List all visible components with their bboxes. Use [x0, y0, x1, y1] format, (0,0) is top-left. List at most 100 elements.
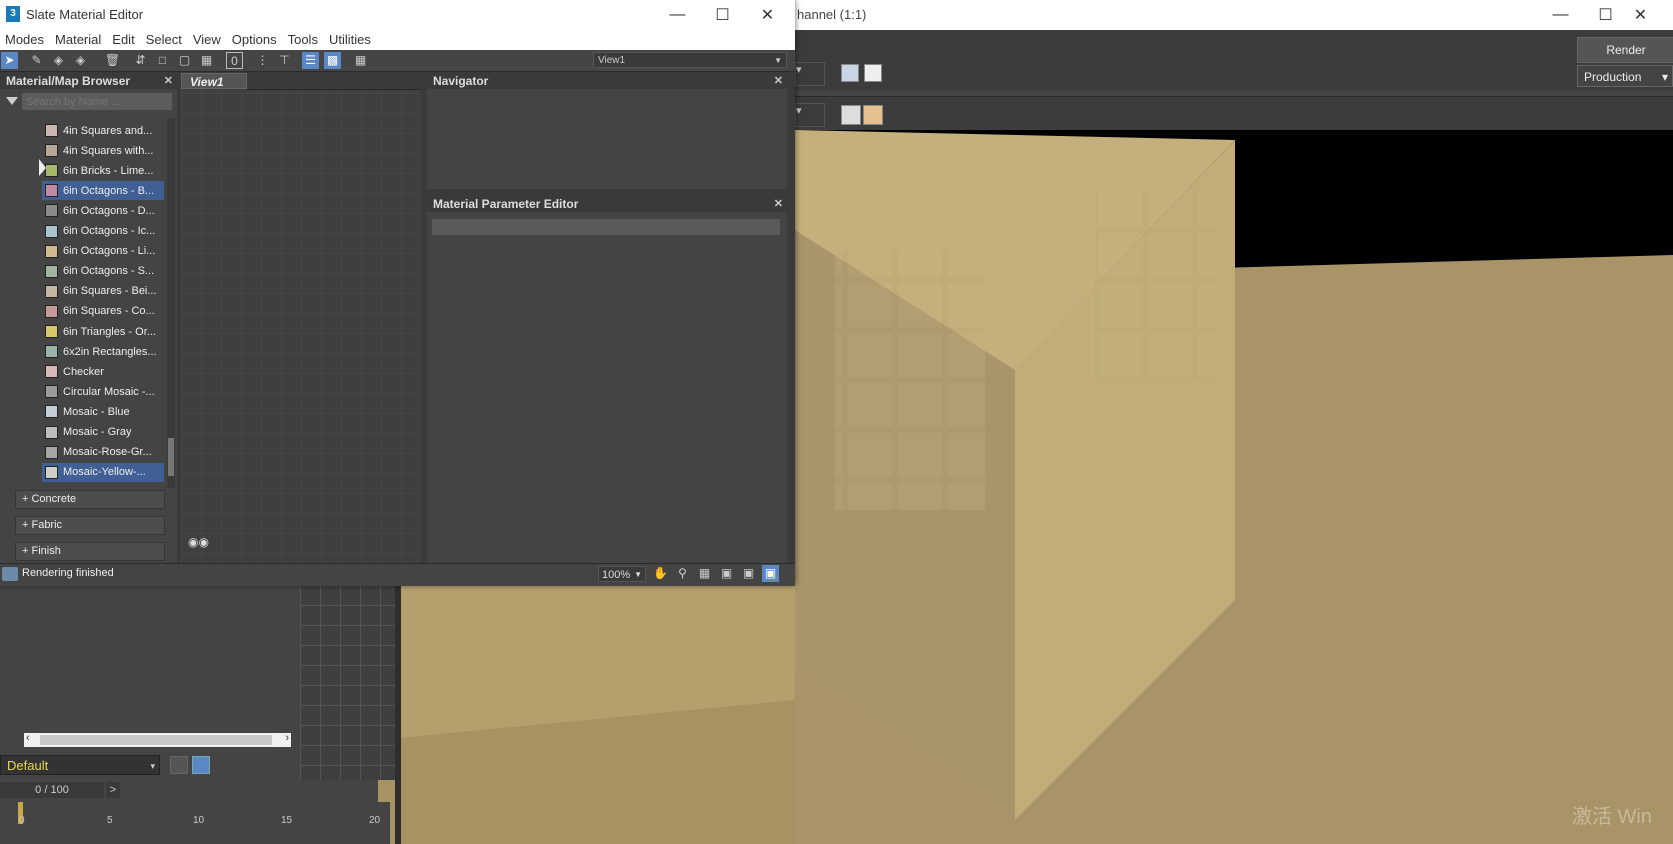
pick-material-icon[interactable]: ✎ — [28, 52, 45, 69]
next-frame-button[interactable]: > — [106, 782, 120, 798]
tab-view1[interactable]: View1 — [181, 73, 247, 89]
zoom-value: 100% — [602, 569, 631, 581]
zoom-selected-icon[interactable]: ▣ — [740, 565, 757, 582]
binoculars-icon[interactable]: ◉◉ — [188, 534, 209, 551]
render-toolbar: ▾ — [795, 30, 1673, 90]
material-list-item[interactable]: 4in Squares with... — [42, 141, 164, 160]
close-icon[interactable]: ✕ — [774, 196, 783, 212]
zoom-dropdown[interactable]: 100% ▼ — [598, 566, 646, 582]
layers-icon[interactable] — [170, 756, 188, 774]
navigator-panel[interactable] — [427, 89, 787, 189]
view-dropdown[interactable]: View1 ▼ — [593, 52, 787, 68]
render-area-dropdown[interactable]: ▾ — [795, 62, 825, 86]
material-list-item[interactable]: 6in Octagons - Li... — [42, 242, 164, 261]
category-finish[interactable]: + Finish — [15, 542, 165, 561]
render-preset-dropdown[interactable]: Production ▾ — [1577, 65, 1673, 87]
view-dropdown-value: View1 — [598, 55, 626, 66]
frame-counter[interactable]: 0 / 100 — [0, 782, 104, 798]
node-view[interactable] — [181, 73, 421, 563]
pan-to-selected-icon[interactable]: ▣ — [762, 565, 779, 582]
material-list-item[interactable]: 6in Octagons - D... — [42, 201, 164, 220]
assign-material-icon[interactable]: ◈ — [72, 52, 89, 69]
material-list-item[interactable]: 4in Squares and... — [42, 121, 164, 140]
delete-icon[interactable]: 🗑 — [104, 52, 121, 69]
scene-explorer-icon[interactable] — [192, 756, 210, 774]
lock-icon[interactable]: □ — [154, 52, 171, 69]
search-input[interactable] — [22, 93, 172, 110]
editor-minimize-button[interactable]: — — [655, 0, 700, 30]
close-icon[interactable]: ✕ — [164, 73, 173, 89]
zoom-icon[interactable]: ⚲ — [674, 565, 691, 582]
pan-hand-icon[interactable]: ✋ — [652, 565, 669, 582]
clone-frame-icon[interactable] — [864, 64, 882, 82]
layer-dropdown[interactable]: Default ▾ — [0, 755, 160, 775]
render-frame — [795, 130, 1673, 844]
material-list-item[interactable]: 6in Squares - Co... — [42, 302, 164, 321]
category-concrete[interactable]: + Concrete — [15, 490, 165, 509]
editor-maximize-button[interactable]: ☐ — [700, 0, 745, 30]
material-list-item[interactable]: 6in Octagons - S... — [42, 262, 164, 281]
toggle-parameter-icon[interactable]: ▩ — [324, 52, 341, 69]
render-button[interactable]: Render — [1577, 37, 1673, 63]
move-children-icon[interactable]: ⇵ — [132, 52, 149, 69]
menu-utilities[interactable]: Utilities — [324, 30, 377, 50]
material-list-item[interactable]: 6in Squares - Bei... — [42, 282, 164, 301]
browser-title: Material/Map Browser — [6, 74, 131, 88]
menu-select[interactable]: Select — [141, 30, 188, 50]
material-list-item[interactable]: 6x2in Rectangles... — [42, 342, 164, 361]
toggle-browser-icon[interactable]: ☰ — [302, 52, 319, 69]
material-list-item[interactable]: Checker — [42, 362, 164, 381]
menu-modes[interactable]: Modes — [0, 30, 50, 50]
editor-close-button[interactable]: ✕ — [745, 0, 790, 30]
menu-view[interactable]: View — [188, 30, 227, 50]
material-id-icon[interactable]: 0 — [226, 52, 243, 69]
material-list-item[interactable]: 6in Octagons - Ic... — [42, 222, 164, 241]
panel-separator[interactable] — [395, 585, 401, 844]
scroll-left-icon[interactable]: ‹ — [26, 732, 30, 744]
material-label: 6in Octagons - D... — [63, 204, 155, 217]
menu-material[interactable]: Material — [50, 30, 107, 50]
menu-tools[interactable]: Tools — [283, 30, 324, 50]
zoom-extents-icon[interactable]: ▣ — [718, 565, 735, 582]
material-list-item[interactable]: 6in Triangles - Or... — [42, 322, 164, 341]
menu-edit[interactable]: Edit — [107, 30, 140, 50]
horizontal-scrollbar[interactable]: ‹ › — [24, 732, 291, 747]
scroll-right-icon[interactable]: › — [285, 732, 289, 744]
layout-children-icon[interactable]: ⊤ — [276, 52, 293, 69]
material-label: 6in Octagons - B... — [63, 184, 155, 197]
show-map-icon[interactable]: ▢ — [176, 52, 193, 69]
material-label: 6in Octagons - Li... — [63, 245, 156, 258]
select-tool-icon[interactable]: ➤ — [1, 52, 18, 69]
layout-vertical-icon[interactable]: ⋮ — [254, 52, 271, 69]
material-list-item[interactable]: Mosaic-Rose-Gr... — [42, 443, 164, 462]
material-list-item[interactable]: Mosaic - Blue — [42, 402, 164, 421]
channel-dropdown[interactable]: ▾ — [795, 103, 825, 127]
background-icon[interactable]: ▦ — [198, 52, 215, 69]
browser-scrollbar[interactable] — [167, 118, 175, 488]
perspective-viewport[interactable] — [378, 560, 795, 844]
browser-options-icon[interactable] — [6, 97, 18, 105]
timeline-tick-label: 10 — [193, 815, 205, 826]
put-to-scene-icon[interactable]: ◈ — [50, 52, 67, 69]
material-list-item[interactable]: Mosaic-Yellow-... — [42, 462, 164, 482]
parameter-name-field[interactable] — [432, 219, 780, 235]
mini-viewport-grid[interactable] — [300, 585, 395, 780]
material-label: 6x2in Rectangles... — [63, 345, 157, 358]
material-list-item[interactable]: Mosaic - Gray — [42, 423, 164, 442]
scroll-thumb[interactable] — [40, 735, 272, 745]
copy-image-icon[interactable] — [863, 105, 883, 125]
render-minimize-button[interactable]: — — [1538, 0, 1583, 30]
browser-scroll-thumb[interactable] — [168, 438, 174, 476]
zoom-region-icon[interactable]: ▦ — [696, 565, 713, 582]
render-setup-icon[interactable] — [841, 64, 859, 82]
material-list-item[interactable]: 6in Bricks - Lime... — [42, 161, 164, 180]
category-fabric[interactable]: + Fabric — [15, 516, 165, 535]
close-icon[interactable]: ✕ — [774, 73, 783, 89]
material-list-item[interactable]: Circular Mosaic -... — [42, 382, 164, 401]
render-toolbar-2: ▾ — [795, 96, 1673, 131]
select-by-material-icon[interactable]: ▦ — [352, 52, 369, 69]
material-list-item[interactable]: 6in Octagons - B... — [42, 181, 164, 201]
menu-options[interactable]: Options — [227, 30, 283, 50]
render-close-button[interactable]: ✕ — [1618, 0, 1663, 30]
save-image-icon[interactable] — [841, 105, 861, 125]
